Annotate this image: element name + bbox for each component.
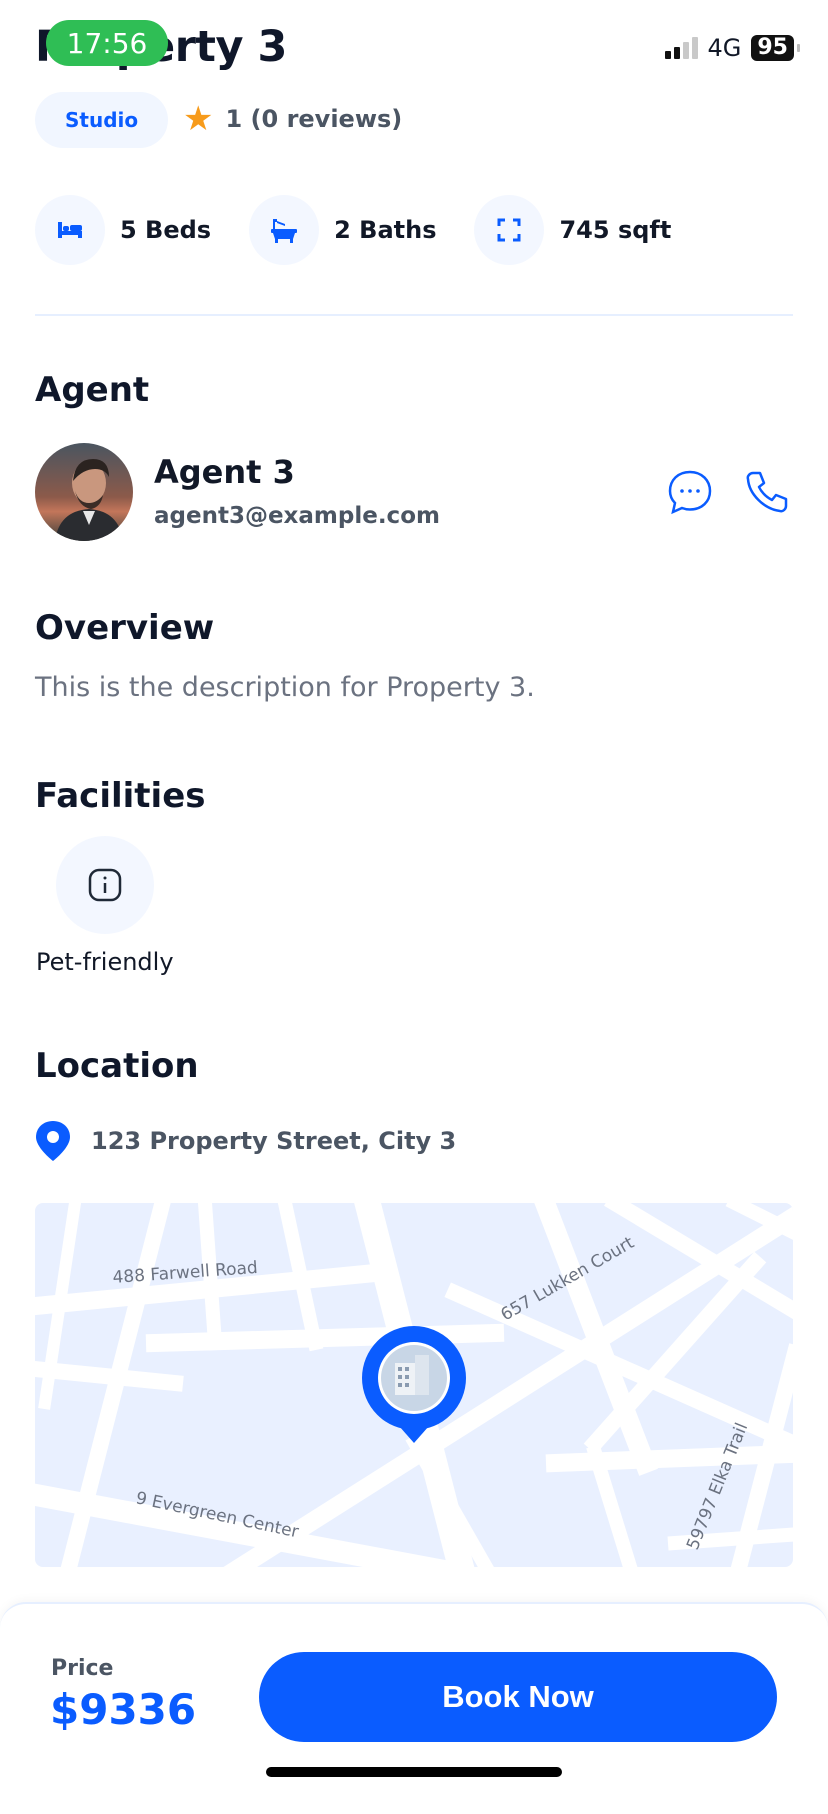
stat-label: 745 sqft (559, 216, 672, 244)
facility-label: Pet-friendly (36, 948, 174, 976)
bed-icon (35, 195, 105, 265)
network-type: 4G (707, 34, 742, 62)
phone-icon[interactable] (742, 468, 790, 516)
facilities-section-title: Facilities (35, 776, 206, 816)
stat-area: 745 sqft (474, 195, 671, 265)
status-time: 17:56 (46, 20, 168, 66)
property-stats: 5 Beds 2 Baths 745 sqft (35, 195, 709, 265)
overview-section-title: Overview (35, 608, 215, 648)
chat-icon[interactable] (666, 468, 714, 516)
book-now-button[interactable]: Book Now (259, 1652, 777, 1742)
stat-beds: 5 Beds (35, 195, 211, 265)
signal-icon (664, 37, 698, 59)
map-view[interactable]: 488 Farwell Road 657 Lukken Court 9 Ever… (35, 1203, 793, 1567)
agent-section-title: Agent (35, 370, 150, 410)
property-type-chip: Studio (35, 92, 169, 148)
star-icon: ★ (183, 99, 214, 139)
address-row: 123 Property Street, City 3 (35, 1120, 456, 1162)
info-icon (88, 868, 122, 902)
battery-icon: 95 (751, 35, 800, 61)
stat-label: 5 Beds (120, 216, 212, 244)
rating: ★ 1 (0 reviews) (183, 102, 402, 136)
stat-label: 2 Baths (334, 216, 437, 244)
rating-text: 1 (0 reviews) (225, 105, 403, 133)
price-value: $9336 (50, 1685, 197, 1734)
divider (35, 314, 793, 316)
address-text: 123 Property Street, City 3 (91, 1127, 457, 1155)
facility-item (56, 836, 154, 934)
agent-actions (666, 468, 790, 516)
overview-text: This is the description for Property 3. (35, 672, 535, 703)
status-indicators: 4G 95 (664, 34, 800, 62)
area-icon (474, 195, 545, 265)
agent-email[interactable]: agent3@example.com (154, 503, 440, 529)
location-section-title: Location (35, 1046, 199, 1086)
bath-icon (249, 195, 320, 265)
agent-avatar[interactable] (35, 443, 133, 541)
agent-name: Agent 3 (154, 453, 295, 491)
home-indicator[interactable] (266, 1767, 562, 1777)
price-label: Price (51, 1656, 114, 1681)
location-pin-icon (36, 1121, 70, 1161)
stat-baths: 2 Baths (249, 195, 436, 265)
